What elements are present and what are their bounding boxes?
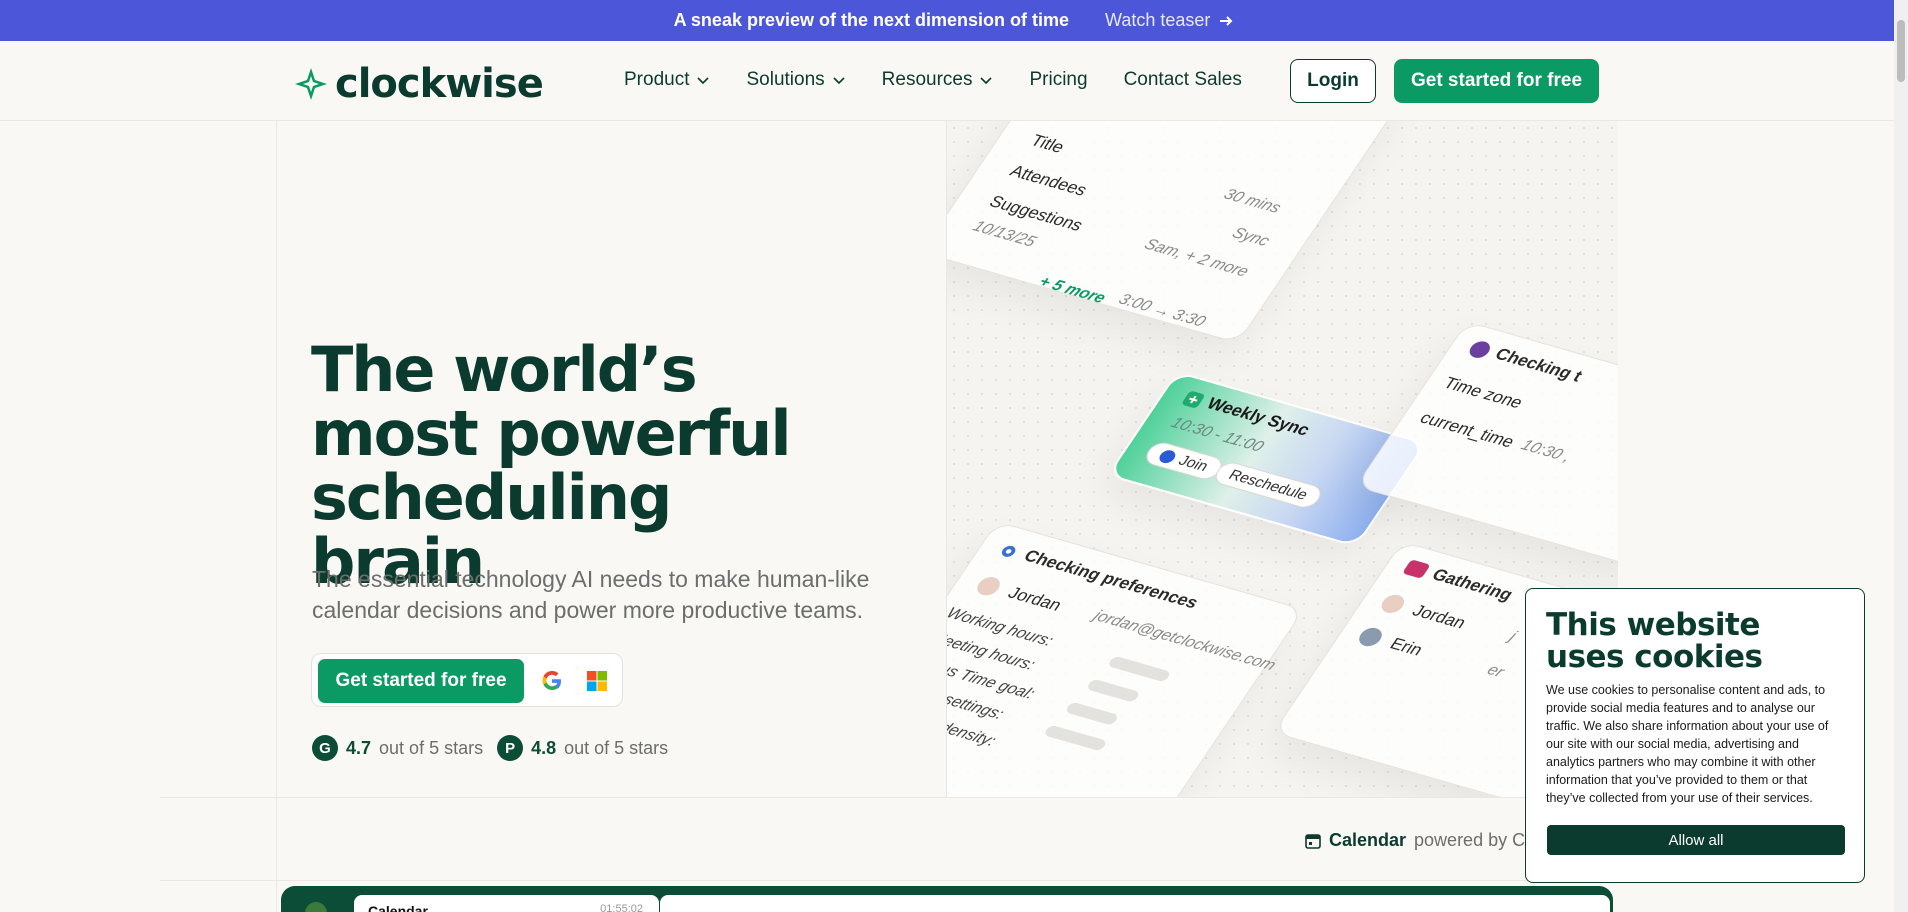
- time-value: 3:00 → 3:30: [1114, 291, 1209, 331]
- hero-illustration: Title 30 mins Attendees Sync Suggestions…: [946, 121, 1618, 797]
- field-value: 30 mins: [1220, 186, 1285, 217]
- nav-item-pricing[interactable]: Pricing: [1029, 69, 1087, 91]
- cookie-banner: This website uses cookies We use cookies…: [1525, 588, 1865, 883]
- field-value: 10:30 ,: [1517, 437, 1575, 466]
- g2-icon: G: [312, 735, 338, 761]
- clockwise-logo-icon: [295, 68, 327, 100]
- card-title: Checking t: [1491, 344, 1587, 386]
- announcement-bar: A sneak preview of the next dimension of…: [0, 0, 1908, 41]
- cookie-body: We use cookies to personalise content an…: [1546, 683, 1829, 805]
- powered-by-label: powered by C: [1414, 830, 1526, 850]
- person-name: Jordan: [1004, 583, 1066, 615]
- nav-item-label: Product: [624, 69, 690, 90]
- gear-icon: [1001, 545, 1016, 557]
- field-label: Attendees: [1006, 161, 1092, 200]
- cookie-title: This website uses cookies: [1546, 607, 1763, 675]
- reschedule-button: Reschedule: [1210, 459, 1327, 511]
- headline-line: most powerful: [311, 397, 792, 470]
- hero-cta-group: Get started for free: [311, 653, 623, 707]
- rating-producthunt: P 4.8 out of 5 stars: [497, 735, 668, 761]
- reschedule-label: Reschedule: [1225, 466, 1312, 504]
- get-started-button[interactable]: Get started for free: [1394, 59, 1599, 103]
- top-nav: clockwise Product Solutions Resources Pr…: [0, 41, 1894, 121]
- app-time: 01:55:02: [600, 903, 643, 912]
- checking-preferences-card: Checking preferences Jordan jordan@getcl…: [947, 521, 1305, 797]
- field-label: Time zone: [1439, 373, 1527, 412]
- placeholder-bar: [1106, 655, 1172, 683]
- person-name: Jordan: [1408, 601, 1470, 633]
- join-button: Join: [1141, 439, 1227, 482]
- main-menu: Product Solutions Resources Pricing Cont…: [624, 69, 1242, 91]
- login-button[interactable]: Login: [1290, 59, 1376, 103]
- people-icon: [1402, 559, 1431, 579]
- nav-item-label: Pricing: [1029, 69, 1088, 90]
- person-value: er: [1483, 661, 1508, 681]
- avatar: [1374, 590, 1412, 618]
- card-title: Gathering: [1428, 565, 1517, 604]
- divider: [276, 121, 277, 912]
- checking-timezone-card: Checking t Time zone current_time 10:30 …: [1355, 321, 1618, 570]
- arrow-right-icon: [1220, 15, 1233, 26]
- producthunt-icon: P: [497, 735, 524, 761]
- avatar: [969, 572, 1008, 600]
- nav-item-label: Solutions: [746, 69, 825, 90]
- scrollbar[interactable]: [1894, 0, 1908, 912]
- placeholder-bar: [1043, 724, 1108, 752]
- app-preview-main: [660, 895, 1610, 912]
- event-details-card: Title 30 mins Attendees Sync Suggestions…: [947, 121, 1415, 344]
- allow-all-button[interactable]: Allow all: [1547, 825, 1845, 855]
- field-value: Sync: [1228, 225, 1273, 250]
- chevron-down-icon: [980, 77, 993, 85]
- calendar-label: Calendar: [1329, 830, 1407, 850]
- watch-teaser-label: Watch teaser: [1105, 10, 1211, 30]
- ratings: G 4.7 out of 5 stars P 4.8 out of 5 star…: [312, 735, 668, 761]
- date-value: 10/13/25: [969, 218, 1040, 251]
- scrollbar-thumb[interactable]: [1897, 20, 1905, 82]
- placeholder-bar: [1085, 678, 1141, 703]
- rating-g2: G 4.7 out of 5 stars: [312, 735, 483, 761]
- person-name: Erin: [1386, 634, 1427, 660]
- logo[interactable]: clockwise: [293, 61, 544, 107]
- google-icon[interactable]: [541, 670, 563, 692]
- hero-subhead: The essential technology AI needs to mak…: [312, 566, 870, 623]
- avatar: [1351, 623, 1390, 651]
- rating-score: 4.8: [531, 737, 557, 758]
- more-link: + 5 more: [1035, 273, 1109, 307]
- chevron-down-icon: [697, 77, 710, 85]
- field-label: Title: [1026, 131, 1069, 157]
- field-label: current_time: [1416, 408, 1519, 452]
- nav-item-contact-sales[interactable]: Contact Sales: [1124, 69, 1242, 91]
- hero-get-started-button[interactable]: Get started for free: [318, 659, 524, 703]
- clock-icon: [1465, 339, 1494, 360]
- rating-score: 4.7: [346, 737, 372, 758]
- nav-item-label: Resources: [881, 69, 973, 90]
- calendar-icon: [1305, 833, 1321, 849]
- join-label: Join: [1175, 452, 1212, 475]
- calendar-powered-by: Calendar powered by C: [1305, 830, 1525, 851]
- watch-teaser-link[interactable]: Watch teaser: [1105, 10, 1234, 31]
- app-title: Calendar: [368, 903, 428, 912]
- headline-line: The world’s: [311, 333, 698, 406]
- rating-suffix: out of 5 stars: [564, 737, 669, 758]
- placeholder-bar: [1064, 701, 1120, 726]
- nav-item-resources[interactable]: Resources: [882, 69, 994, 91]
- video-icon: [1156, 448, 1179, 465]
- microsoft-icon[interactable]: [587, 671, 607, 691]
- person-value: j: [1505, 628, 1520, 645]
- nav-item-label: Contact Sales: [1123, 69, 1242, 90]
- app-preview-calendar: Calendar 01:55:02: [354, 895, 659, 912]
- nav-item-solutions[interactable]: Solutions: [746, 69, 845, 91]
- calendar-plus-icon: [1182, 391, 1204, 408]
- hero-headline: The world’s most powerful scheduling bra…: [311, 338, 831, 594]
- announcement-message: A sneak preview of the next dimension of…: [673, 10, 1070, 30]
- rating-suffix: out of 5 stars: [379, 737, 484, 758]
- logo-wordmark: clockwise: [335, 61, 544, 107]
- chevron-down-icon: [833, 77, 845, 85]
- nav-item-product[interactable]: Product: [624, 69, 710, 91]
